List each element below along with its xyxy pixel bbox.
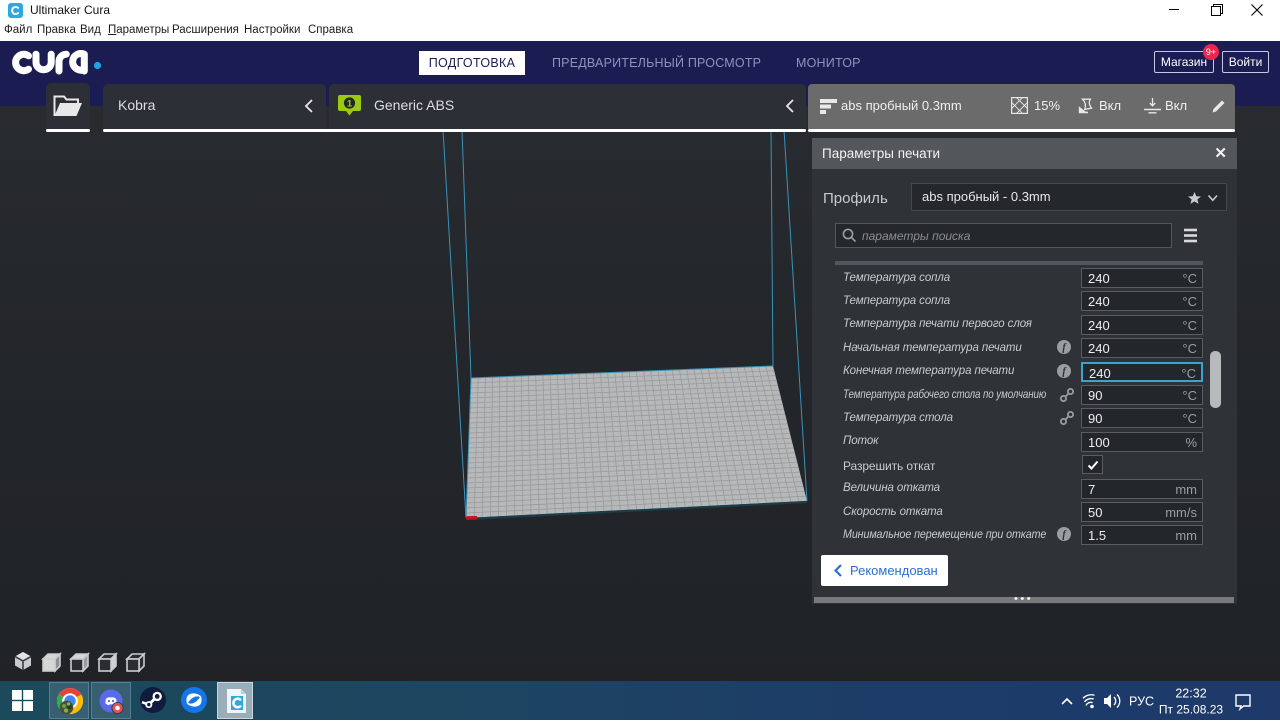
svg-text:РУС: РУС [1129,695,1154,709]
svg-text:22:32: 22:32 [1175,687,1206,701]
svg-text:1: 1 [347,99,353,110]
svg-text:Пт 25.08.23: Пт 25.08.23 [1159,703,1223,717]
